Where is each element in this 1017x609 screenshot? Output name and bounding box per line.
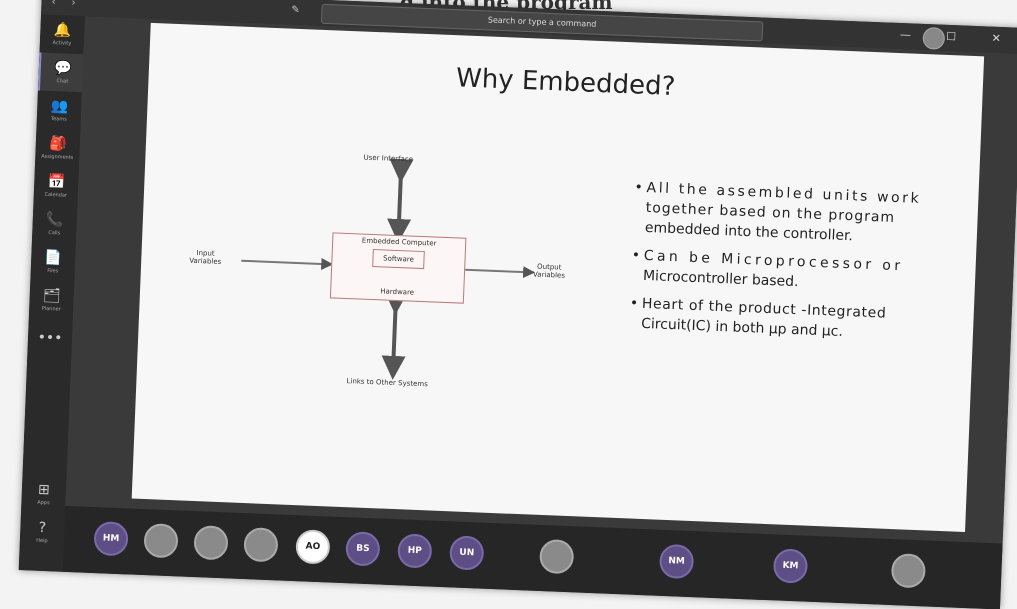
- embedded-computer-label: Embedded Computer: [361, 236, 437, 248]
- rail-item-calls[interactable]: 📞 Calls: [32, 204, 77, 244]
- rail-item-label: Teams: [50, 115, 67, 123]
- calendar-icon: 📅: [47, 173, 66, 191]
- rail-item-label: Calendar: [44, 191, 68, 199]
- phone-icon: 📞: [45, 211, 64, 229]
- rail-item-help[interactable]: ? Help: [20, 512, 65, 552]
- arrow-input: [241, 257, 334, 270]
- participant-avatar[interactable]: NM: [658, 543, 695, 580]
- participant-avatar[interactable]: [193, 525, 229, 561]
- planner-icon: 🗂: [42, 287, 61, 305]
- rail-item-label: Activity: [52, 39, 72, 47]
- teams-icon: 👥: [50, 97, 69, 115]
- rail-item-apps[interactable]: ⊞ Apps: [21, 474, 66, 514]
- file-icon: 📄: [44, 249, 63, 267]
- participant-avatar[interactable]: [539, 538, 575, 575]
- help-icon: ?: [38, 519, 47, 536]
- rail-item-chat[interactable]: 💬 Chat: [37, 52, 86, 93]
- participant-avatar[interactable]: [890, 553, 927, 589]
- rail-item-more[interactable]: •••: [27, 318, 72, 358]
- nav-arrows[interactable]: ‹ ›: [51, 0, 82, 9]
- rail-item-label: Chat: [56, 77, 69, 85]
- rail-item-activity[interactable]: 🔔 Activity: [40, 15, 85, 55]
- embedded-computer-box: Embedded Computer Software Hardware: [329, 232, 467, 304]
- slide-title: Why Embedded?: [455, 63, 676, 103]
- arrow-output: [465, 266, 536, 279]
- participant-avatar[interactable]: HP: [397, 533, 433, 569]
- rail-item-files[interactable]: 📄 Files: [30, 242, 75, 282]
- chat-icon: 💬: [53, 59, 72, 77]
- participant-avatar[interactable]: HM: [93, 521, 129, 557]
- rail-item-calendar[interactable]: 📅 Calendar: [33, 166, 78, 206]
- participant-avatar[interactable]: BS: [345, 531, 381, 567]
- rail-item-teams[interactable]: 👥 Teams: [36, 90, 81, 130]
- output-variables-label: Output Variables: [532, 262, 566, 280]
- bell-icon: 🔔: [53, 21, 72, 39]
- rail-item-label: Apps: [37, 499, 50, 506]
- participant-avatar[interactable]: KM: [772, 548, 809, 584]
- rail-bottom: ⊞ Apps ? Help: [20, 474, 67, 552]
- rail-item-assignments[interactable]: 🎒 Assignments: [35, 128, 80, 168]
- rail-item-planner[interactable]: 🗂 Planner: [29, 280, 74, 320]
- arrow-user-interface: [387, 158, 414, 244]
- software-box: Software: [372, 249, 425, 270]
- rail-item-label: Calls: [48, 229, 61, 236]
- rail-item-label: Planner: [41, 305, 61, 313]
- backpack-icon: 🎒: [48, 135, 67, 153]
- arrow-links: [381, 290, 409, 380]
- more-icon: •••: [37, 329, 63, 347]
- hardware-label: Hardware: [380, 287, 415, 297]
- apps-icon: ⊞: [37, 481, 51, 498]
- bullet-item: Can be Microprocessor or Microcontroller…: [631, 245, 962, 298]
- bullet-item: All the assembled units work together ba…: [633, 177, 965, 250]
- teams-window: ‹ › ✎ Search or type a command — ☐ ✕ 🔔 A…: [18, 0, 1017, 609]
- participant-avatar[interactable]: [143, 523, 179, 559]
- embedded-system-diagram: User Interface Input Variables Output Va…: [176, 134, 576, 409]
- rail-item-label: Files: [47, 267, 59, 274]
- presentation-slide: Why Embedded? User Interface Input Varia…: [131, 22, 985, 533]
- window-controls[interactable]: — ☐ ✕: [900, 28, 1017, 46]
- rail-item-label: Help: [36, 537, 48, 544]
- participant-avatar[interactable]: UN: [449, 535, 485, 571]
- shared-screen-stage: Why Embedded? User Interface Input Varia…: [64, 16, 1017, 554]
- rail-item-label: Assignments: [41, 153, 74, 161]
- bullet-item: Heart of the product -Integrated Circuit…: [629, 293, 960, 346]
- bullet-list: All the assembled units work together ba…: [628, 177, 964, 354]
- participant-avatar[interactable]: [243, 527, 279, 563]
- compose-icon[interactable]: ✎: [291, 5, 300, 16]
- participant-avatar[interactable]: AO: [295, 529, 331, 565]
- input-variables-label: Input Variables: [189, 248, 222, 266]
